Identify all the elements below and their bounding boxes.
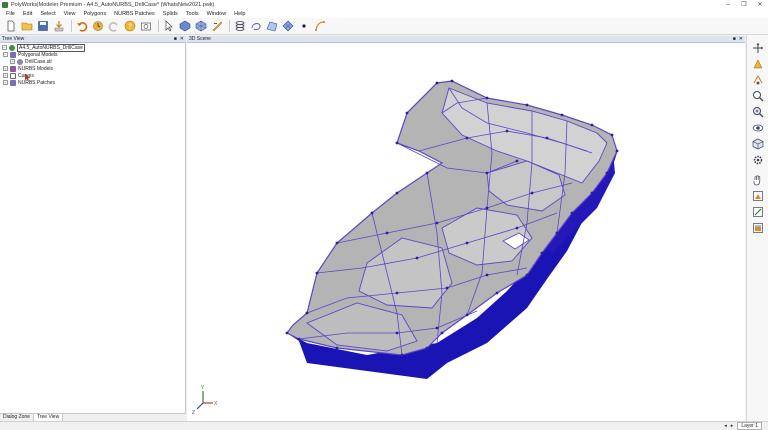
- axis-z-label: Z: [192, 410, 195, 416]
- menu-splids[interactable]: Splids: [163, 11, 178, 17]
- tree-view-header: Tree View ■ ✕: [0, 36, 186, 43]
- view-front-icon[interactable]: [751, 189, 765, 203]
- screenshot-icon[interactable]: [139, 19, 153, 33]
- coil-icon[interactable]: [233, 19, 247, 33]
- status-bar: ◂ ▸ Layer 1: [0, 421, 768, 430]
- menu-window[interactable]: Window: [207, 11, 227, 17]
- collapse-toggle[interactable]: −: [3, 52, 8, 57]
- status-left-icon[interactable]: ◂: [724, 423, 727, 429]
- undo-history-icon[interactable]: [91, 19, 105, 33]
- patch-icon[interactable]: [265, 19, 279, 33]
- layer-selector[interactable]: Layer 1: [737, 422, 762, 430]
- tab-dialog-zone[interactable]: Dialog Zone: [0, 414, 34, 421]
- toolbar-separator: [229, 20, 230, 32]
- svg-text:?: ?: [128, 24, 132, 31]
- toolbar-separator: [71, 20, 72, 32]
- tree-item-drillcase-stl[interactable]: + DrillCase.stl: [10, 58, 52, 65]
- minimize-button[interactable]: –: [720, 0, 736, 9]
- view-side-icon[interactable]: [751, 205, 765, 219]
- grid-icon[interactable]: [281, 19, 295, 33]
- tree-item-nurbs-models[interactable]: + NURBS Models: [3, 65, 53, 72]
- tree-item-label: NURBS Models: [18, 65, 54, 72]
- right-toolbar: [746, 35, 768, 421]
- scene-header: 3D Scene ■ ✕: [187, 36, 745, 43]
- expand-toggle[interactable]: +: [3, 73, 8, 78]
- expand-toggle[interactable]: +: [3, 80, 8, 85]
- mesh-tool-icon[interactable]: [194, 19, 208, 33]
- menu-polygons[interactable]: Polygons: [83, 11, 106, 17]
- lasso-icon[interactable]: [249, 19, 263, 33]
- curve-icon[interactable]: [313, 19, 327, 33]
- mouse-cursor-icon: [24, 73, 31, 83]
- menu-tools[interactable]: Tools: [186, 11, 199, 17]
- tree-item-label: Polygonal Models: [18, 51, 58, 58]
- drill-case-model[interactable]: X Y Z: [187, 43, 745, 421]
- hand-pan-icon[interactable]: [751, 173, 765, 187]
- tree-item-label: NURBS Patches: [18, 79, 55, 86]
- axis-triad: X Y Z: [192, 385, 218, 416]
- menu-file[interactable]: File: [6, 11, 15, 17]
- polygonal-models-icon: [10, 51, 16, 58]
- expand-toggle[interactable]: +: [10, 59, 15, 64]
- point-icon[interactable]: [297, 19, 311, 33]
- expand-toggle[interactable]: +: [3, 66, 8, 71]
- settings-icon[interactable]: [751, 153, 765, 167]
- window-title: PolyWorks|Modeler Premium - A4.5_AutoNUR…: [11, 1, 215, 8]
- tree-view-close-button[interactable]: ✕: [180, 36, 184, 42]
- pointer-tool-icon[interactable]: [162, 19, 176, 33]
- window-controls: – ❐ ✕: [720, 0, 768, 9]
- menu-select[interactable]: Select: [40, 11, 55, 17]
- mesh-model-icon: [17, 58, 23, 65]
- scene-title: 3D Scene: [189, 36, 211, 42]
- fit-view-icon[interactable]: [751, 105, 765, 119]
- bottom-tabs: Dialog Zone Tree View: [0, 413, 186, 421]
- scene-close-button[interactable]: ✕: [739, 36, 743, 42]
- eye-icon[interactable]: [751, 121, 765, 135]
- close-button[interactable]: ✕: [752, 0, 768, 9]
- main-toolbar: ?: [0, 18, 768, 35]
- menu-nurbs-patches[interactable]: NURBS Patches: [114, 11, 155, 17]
- new-file-icon[interactable]: [4, 19, 18, 33]
- view-top-icon[interactable]: [751, 221, 765, 235]
- move-axes-icon[interactable]: [751, 41, 765, 55]
- tree-item-project[interactable]: − A4.5_AutoNURBS_DrillCase: [2, 43, 85, 52]
- tree-view-panel: − A4.5_AutoNURBS_DrillCase − Polygonal M…: [0, 43, 186, 413]
- menu-help[interactable]: Help: [234, 11, 245, 17]
- tree-view-float-button[interactable]: ■: [174, 36, 177, 42]
- undo-icon[interactable]: [75, 19, 89, 33]
- rotate-icon[interactable]: [751, 73, 765, 87]
- curves-icon: [10, 72, 16, 79]
- tab-tree-view[interactable]: Tree View: [33, 414, 64, 421]
- open-folder-icon[interactable]: [20, 19, 34, 33]
- menu-edit[interactable]: Edit: [23, 11, 32, 17]
- zoom-icon[interactable]: [751, 89, 765, 103]
- 3d-scene-viewport[interactable]: X Y Z: [187, 43, 745, 421]
- tree-item-polygonal-models[interactable]: − Polygonal Models: [3, 51, 57, 58]
- axis-y-label: Y: [201, 385, 205, 391]
- scene-float-button[interactable]: ■: [733, 36, 736, 42]
- polygon-tool-icon[interactable]: [178, 19, 192, 33]
- axis-x-label: X: [214, 401, 218, 407]
- view-cube-icon[interactable]: [751, 137, 765, 151]
- redo-icon[interactable]: [107, 19, 121, 33]
- title-bar: PolyWorks|Modeler Premium - A4.5_AutoNUR…: [0, 0, 768, 9]
- tree-view-title: Tree View: [2, 36, 25, 42]
- zoom-in-icon[interactable]: [751, 57, 765, 71]
- project-icon: [9, 44, 15, 51]
- tree-item-label: DrillCase.stl: [25, 58, 52, 65]
- ruler-icon[interactable]: [210, 19, 224, 33]
- status-right-icon[interactable]: ▸: [731, 423, 734, 429]
- menu-view[interactable]: View: [64, 11, 76, 17]
- maximize-button[interactable]: ❐: [736, 0, 752, 9]
- save-icon[interactable]: [36, 19, 50, 33]
- nurbs-models-icon: [10, 65, 16, 72]
- menu-bar: File Edit Select View Polygons NURBS Pat…: [0, 9, 768, 18]
- help-icon[interactable]: ?: [123, 19, 137, 33]
- import-icon[interactable]: [52, 19, 66, 33]
- app-logo-icon: [2, 1, 8, 8]
- nurbs-patches-icon: [10, 79, 16, 86]
- toolbar-separator: [158, 20, 159, 32]
- collapse-toggle[interactable]: −: [2, 45, 7, 50]
